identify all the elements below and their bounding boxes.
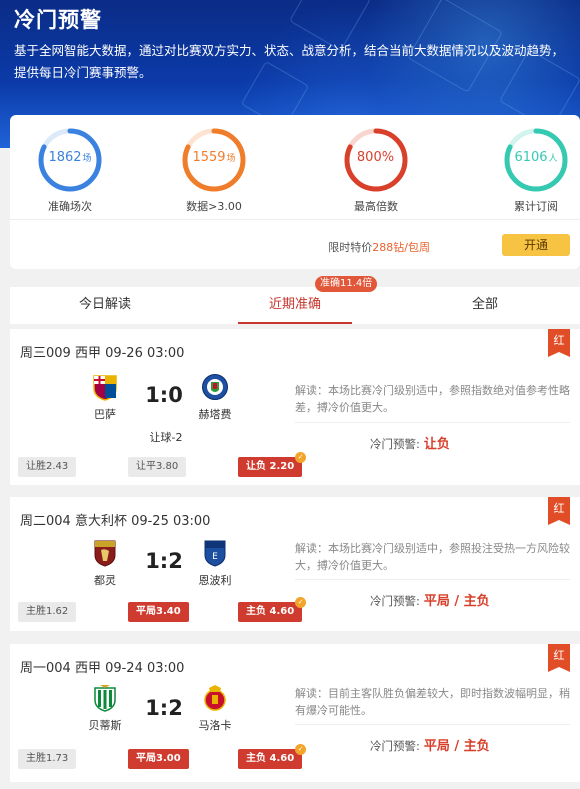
stat-label: 数据>3.00 <box>186 200 242 213</box>
red-tag: 红 <box>548 329 570 357</box>
stat-accurate-matches: 1862场 准确场次 <box>0 127 140 214</box>
stat-label: 最高倍数 <box>354 200 398 213</box>
away-team-name: 恩波利 <box>198 574 232 587</box>
tab-all[interactable]: 全部 <box>390 287 580 324</box>
divider <box>295 579 570 580</box>
match-header: 周二004 意大利杯 09-25 03:00 <box>20 514 211 529</box>
handicap-text: 让球-2 <box>149 431 183 444</box>
odds-recommended: 平局3.00 <box>128 749 189 769</box>
getafe-crest-icon <box>202 374 228 400</box>
tab-recent-accurate[interactable]: 近期准确 <box>200 287 390 324</box>
stat-label: 累计订阅 <box>514 200 558 213</box>
mallorca-crest-icon <box>204 685 226 711</box>
barcelona-crest-icon <box>93 375 117 401</box>
warning-label: 冷门预警: <box>370 739 420 753</box>
odds-recommended-label: 主负 4.60 <box>246 753 295 764</box>
odds-recommended: 让负 2.20 ✓ <box>238 452 307 477</box>
warning-pick: 让负 <box>423 437 450 452</box>
odds-recommended: 主负 4.60 ✓ <box>238 744 307 769</box>
home-team: 巴萨 <box>75 373 135 422</box>
red-tag: 红 <box>548 644 570 672</box>
stat-max-multiple: 800% 最高倍数 <box>306 127 446 214</box>
match-score: 1:0 <box>145 383 183 407</box>
check-icon: ✓ <box>295 744 307 755</box>
odds-recommended-label: 让负 2.20 <box>246 461 295 472</box>
odds-recommended: 平局3.40 <box>128 602 189 622</box>
stat-unit: 场 <box>226 154 236 164</box>
stat-value: 1862 <box>48 150 82 165</box>
warning-label: 冷门预警: <box>370 594 420 608</box>
upset-warning: 冷门预警: 平局 / 主负 <box>370 735 490 754</box>
promo-price: 288钻/包周 <box>372 241 430 254</box>
divider <box>295 422 570 423</box>
promo-prefix: 限时特价 <box>328 241 373 254</box>
match-header: 周一004 西甲 09-24 03:00 <box>20 661 185 676</box>
stat-unit: 人 <box>548 154 558 164</box>
stat-ring: 6106人 <box>503 127 569 193</box>
away-team: E 恩波利 <box>185 539 245 588</box>
stat-label: 准确场次 <box>48 200 92 213</box>
check-icon: ✓ <box>295 597 307 608</box>
home-team-name: 巴萨 <box>94 408 116 421</box>
odds-recommended: 主负 4.60 ✓ <box>238 597 307 622</box>
stat-value: 800% <box>356 150 395 165</box>
stat-value: 1559 <box>192 150 226 165</box>
stat-ring: 1862场 <box>37 127 103 193</box>
stat-subscribers: 6106人 累计订阅 <box>466 127 580 214</box>
odds-draw: 让平3.80 <box>128 457 187 477</box>
upset-warning: 冷门预警: 平局 / 主负 <box>370 590 490 609</box>
torino-crest-icon <box>94 540 116 567</box>
match-card[interactable]: 周二004 意大利杯 09-25 03:00 红 都灵 1:2 E 恩波利 主胜… <box>10 497 580 631</box>
odds-home-win: 主胜1.73 <box>18 749 77 769</box>
real-betis-crest-icon <box>94 685 116 712</box>
tab-bar: 今日解读 近期准确 全部 <box>10 287 580 324</box>
odds-recommended-label: 平局3.00 <box>136 753 181 764</box>
match-score: 1:2 <box>145 696 183 720</box>
odds-recommended-label: 平局3.40 <box>136 606 181 617</box>
divider <box>295 724 570 725</box>
stat-ring: 800% <box>343 127 409 193</box>
home-team-name: 都灵 <box>94 574 116 587</box>
odds-home-win: 主胜1.62 <box>18 602 77 622</box>
away-team: 赫塔费 <box>185 373 245 422</box>
stat-value: 6106 <box>514 150 548 165</box>
match-card[interactable]: 周一004 西甲 09-24 03:00 红 贝蒂斯 1:2 马洛卡 主胜1.7… <box>10 644 580 782</box>
match-card[interactable]: 周三009 西甲 09-26 03:00 红 巴萨 1:0 赫塔费 让球-2 让… <box>10 329 580 485</box>
home-team: 贝蒂斯 <box>75 684 135 733</box>
home-team-name: 贝蒂斯 <box>88 719 122 732</box>
subscribe-button[interactable]: 开通 <box>502 234 570 256</box>
divider <box>10 219 580 220</box>
promo-text: 限时特价288钻/包周 <box>328 239 430 255</box>
accuracy-badge: 准确11.4倍 <box>315 276 378 292</box>
check-icon: ✓ <box>295 452 307 463</box>
away-team-name: 赫塔费 <box>198 408 232 421</box>
warning-pick: 平局 / 主负 <box>423 739 490 754</box>
odds-home-win: 让胜2.43 <box>18 457 77 477</box>
warning-label: 冷门预警: <box>370 437 420 451</box>
tab-today[interactable]: 今日解读 <box>10 287 200 324</box>
page-description: 基于全网智能大数据，通过对比赛双方实力、状态、战意分析，结合当前大数据情况以及波… <box>14 43 565 80</box>
home-team: 都灵 <box>75 539 135 588</box>
warning-pick: 平局 / 主负 <box>423 594 490 609</box>
upset-warning: 冷门预警: 让负 <box>370 433 450 452</box>
svg-text:E: E <box>212 552 218 562</box>
stat-ring: 1559场 <box>181 127 247 193</box>
stat-over-3: 1559场 数据>3.00 <box>144 127 284 214</box>
away-team: 马洛卡 <box>185 684 245 733</box>
stats-card: 1862场 准确场次 1559场 数据>3.00 800% 最高倍数 6106人… <box>10 115 580 269</box>
match-score: 1:2 <box>145 549 183 573</box>
odds-recommended-label: 主负 4.60 <box>246 606 295 617</box>
empoli-crest-icon: E <box>204 540 226 567</box>
away-team-name: 马洛卡 <box>198 719 232 732</box>
match-analysis: 解读：本场比赛冷门级别适中，参照指数绝对值参考性略差，搏冷价值更大。 <box>295 384 570 414</box>
red-tag: 红 <box>548 497 570 525</box>
match-analysis: 解读：目前主客队胜负偏差较大，即时指数波幅明显，稍有爆冷可能性。 <box>295 687 570 717</box>
page-title: 冷门预警 <box>14 8 102 32</box>
match-header: 周三009 西甲 09-26 03:00 <box>20 346 185 361</box>
stat-unit: 场 <box>82 154 92 164</box>
match-analysis: 解读：本场比赛冷门级别适中，参照投注受热一方风险较大，搏冷价值更大。 <box>295 542 570 572</box>
